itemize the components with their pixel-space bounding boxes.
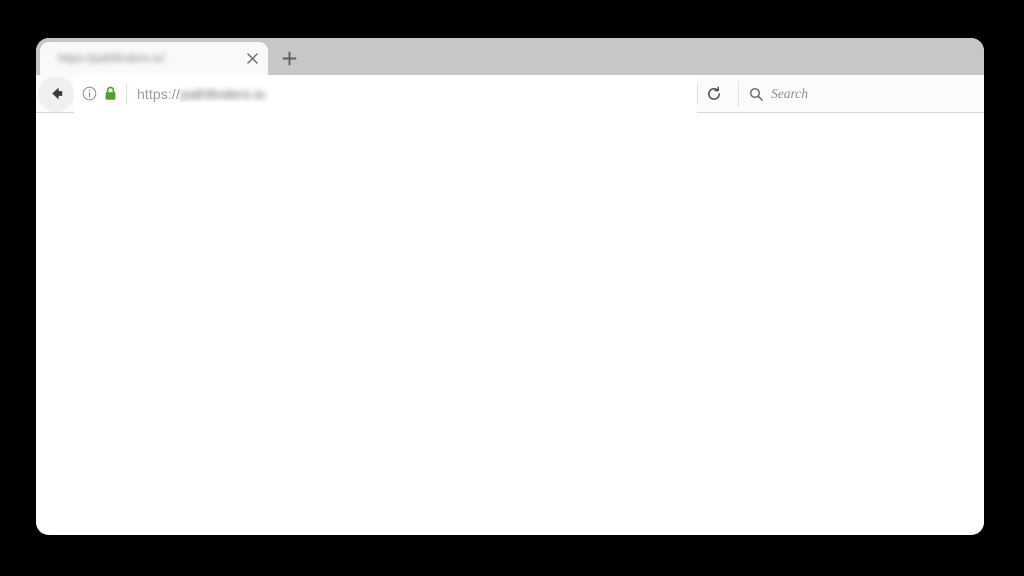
search-icon (749, 87, 763, 101)
address-text[interactable]: https:// pathfinders.io (127, 86, 697, 102)
new-tab-button[interactable] (272, 42, 306, 75)
plus-icon (282, 51, 297, 66)
search-input-placeholder[interactable]: Search (771, 86, 808, 102)
screen: https://pathfinders.io/ https:// pathfin… (0, 0, 1024, 576)
tab-strip: https://pathfinders.io/ (36, 38, 984, 75)
url-host: pathfinders.io (180, 85, 265, 102)
reload-button[interactable] (698, 78, 730, 110)
site-identity-box[interactable] (74, 82, 126, 106)
browser-window: https://pathfinders.io/ https:// pathfin… (36, 38, 984, 535)
address-bar[interactable]: https:// pathfinders.io (74, 74, 697, 113)
padlock-icon[interactable] (104, 86, 117, 101)
browser-tab[interactable]: https://pathfinders.io/ (40, 42, 268, 75)
browser-toolbar: https:// pathfinders.io Search (36, 74, 984, 113)
info-circle-icon[interactable] (82, 86, 97, 101)
back-button[interactable] (38, 75, 74, 112)
tab-title: https://pathfinders.io/ (58, 52, 165, 65)
search-bar[interactable]: Search (738, 80, 984, 107)
reload-icon (706, 86, 722, 102)
back-arrow-icon (47, 84, 66, 103)
url-scheme: https:// (137, 85, 180, 102)
close-icon[interactable] (242, 49, 262, 69)
page-content-area (36, 113, 984, 534)
